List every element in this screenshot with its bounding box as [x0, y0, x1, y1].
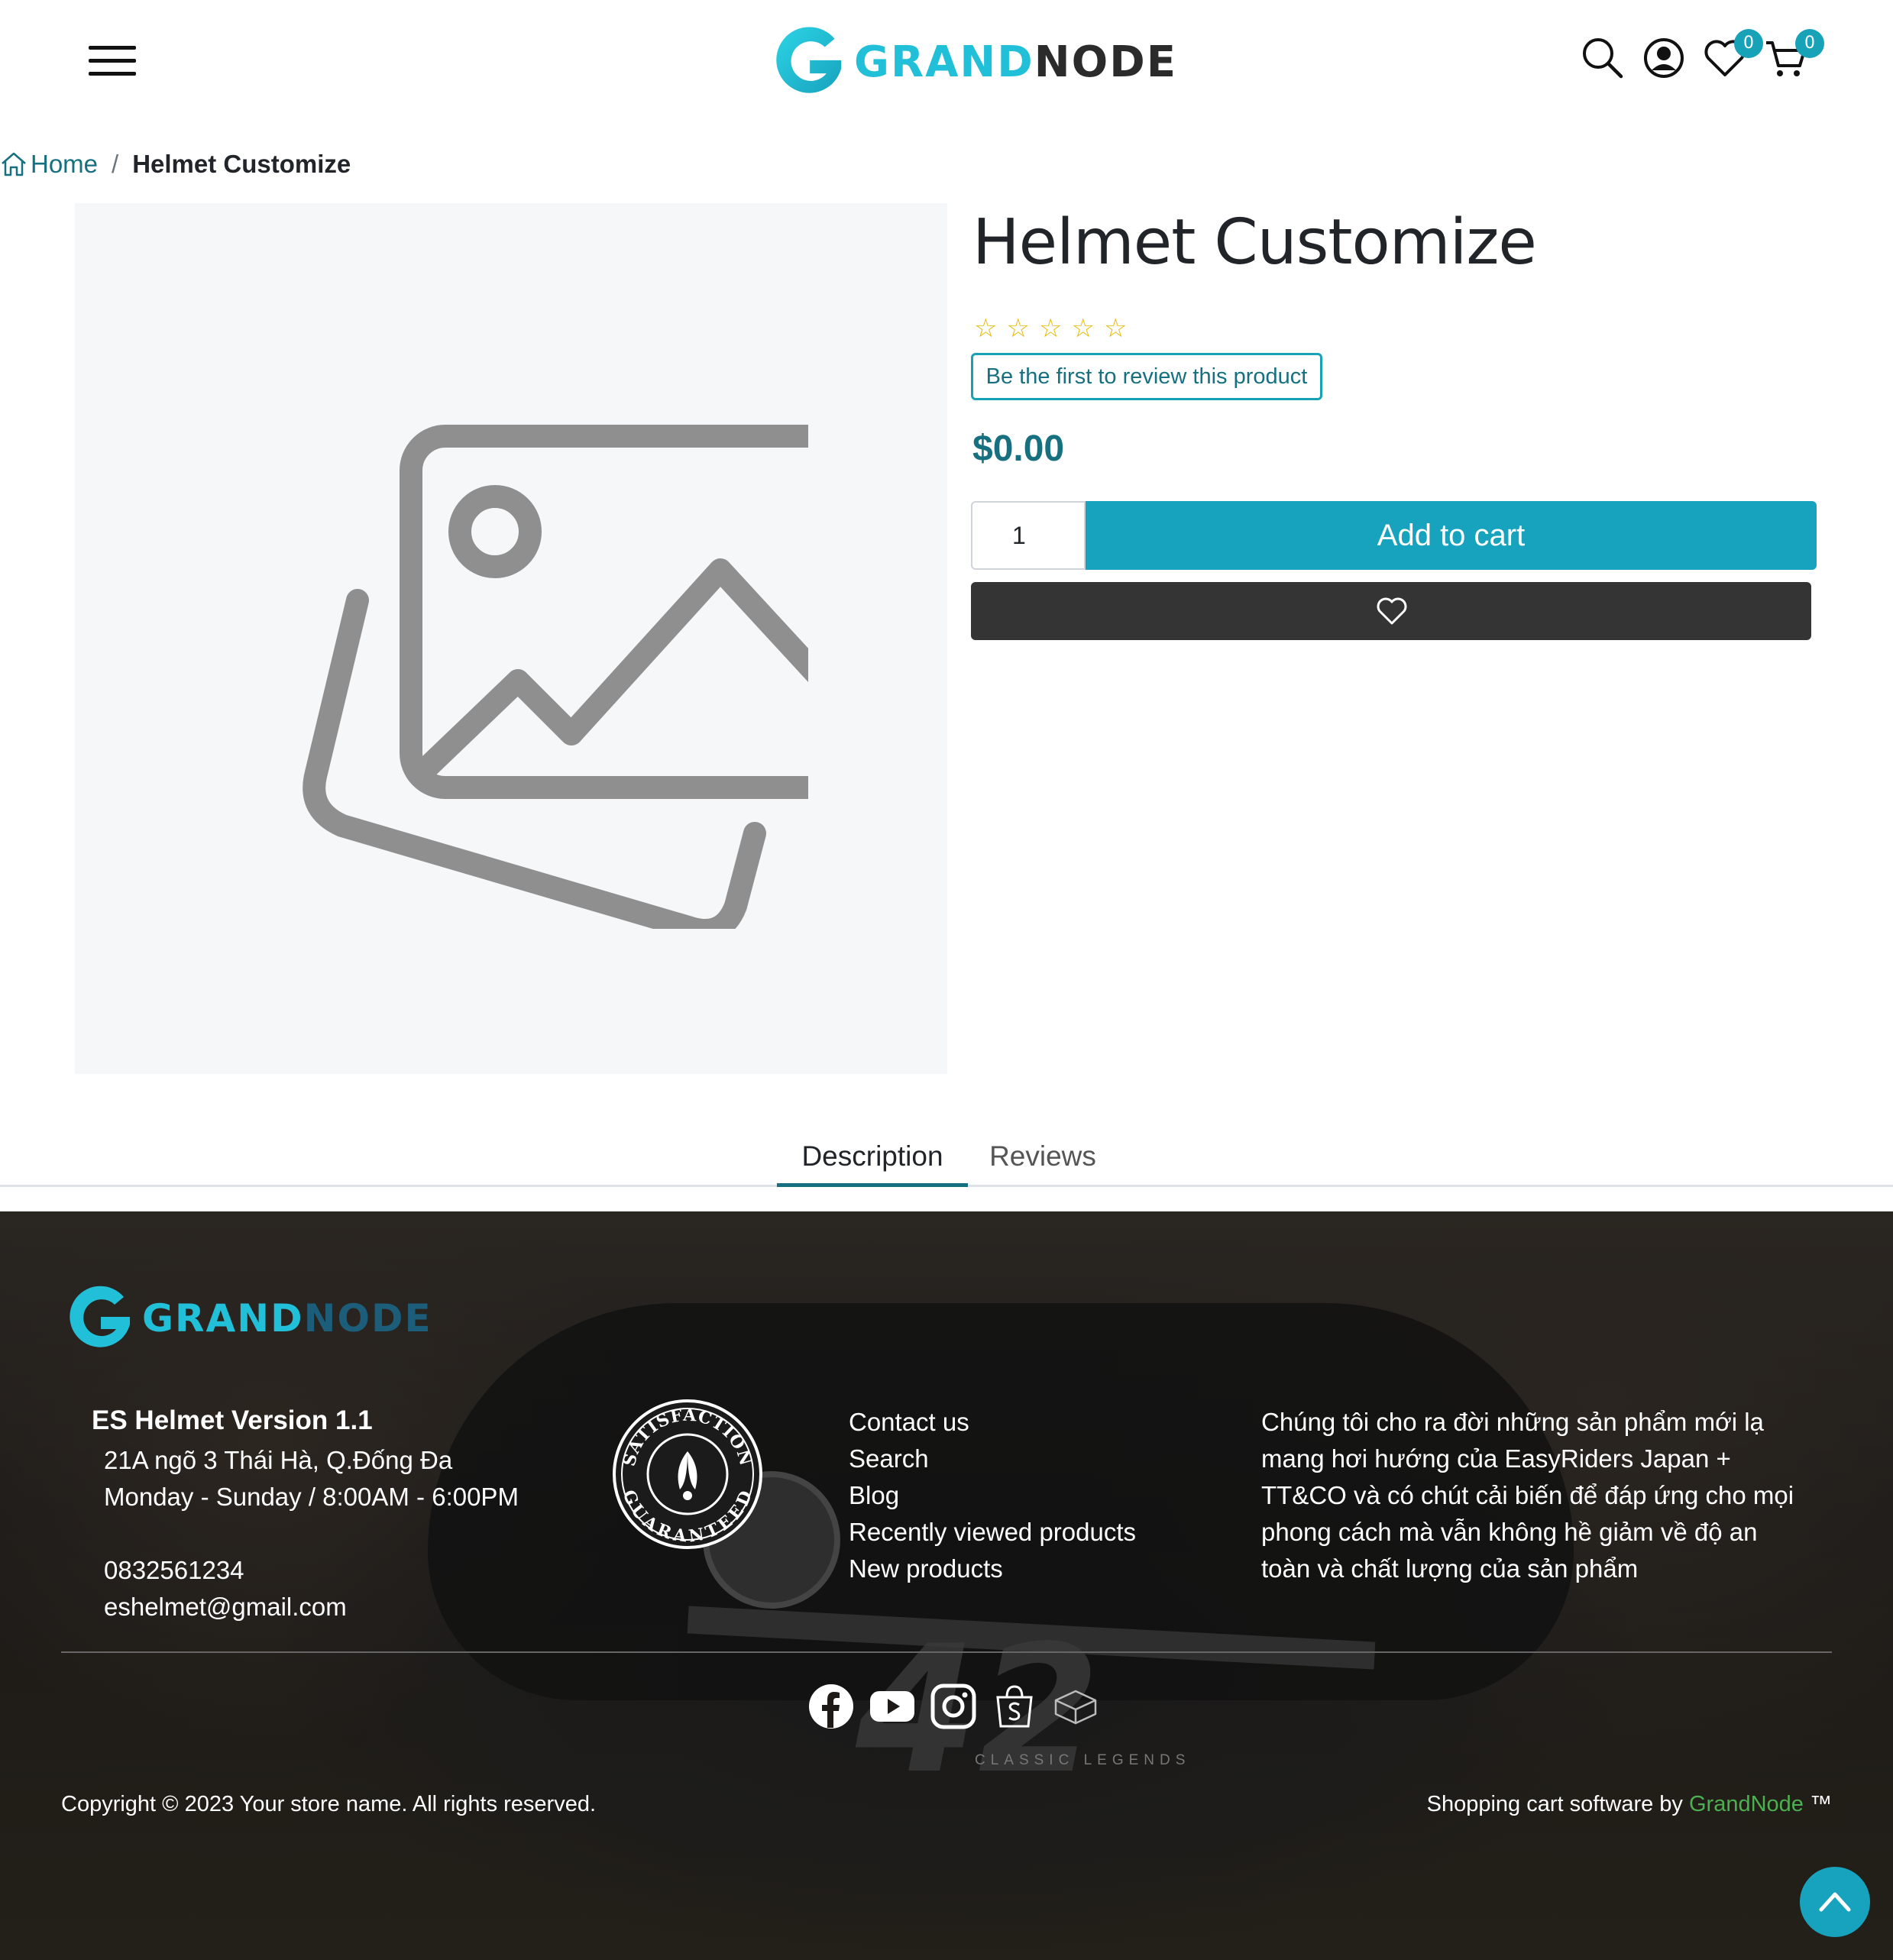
- store-phone: 0832561234: [104, 1556, 244, 1584]
- site-header: GRANDNODE 0 0: [0, 0, 1893, 122]
- product-tabs: Description Reviews: [0, 1126, 1893, 1187]
- powered-by: Shopping cart software by GrandNode ™: [1427, 1792, 1832, 1817]
- footer-about-text: Chúng tôi cho ra đời những sản phẩm mới …: [1261, 1408, 1794, 1583]
- breadcrumb-current: Helmet Customize: [132, 150, 351, 178]
- product-title: Helmet Customize: [972, 206, 1537, 279]
- logo-text-grand: GRAND: [854, 37, 1034, 87]
- back-to-top-button[interactable]: [1800, 1867, 1870, 1937]
- copyright-text: Copyright © 2023 Your store name. All ri…: [61, 1792, 597, 1816]
- add-to-wishlist-button[interactable]: [971, 582, 1811, 640]
- store-name: ES Helmet Version 1.1: [92, 1405, 373, 1435]
- add-to-cart-button[interactable]: Add to cart: [1086, 501, 1817, 570]
- shopping-bag-icon[interactable]: [992, 1683, 1037, 1729]
- powered-by-prefix: Shopping cart software by: [1426, 1792, 1683, 1816]
- store-hours: Monday - Sunday / 8:00AM - 6:00PM: [104, 1483, 519, 1511]
- tab-reviews[interactable]: Reviews: [974, 1126, 1112, 1187]
- wishlist-icon[interactable]: 0: [1702, 29, 1763, 81]
- tab-description[interactable]: Description: [777, 1126, 968, 1187]
- store-email: eshelmet@gmail.com: [104, 1593, 347, 1621]
- footer-link-recently-viewed[interactable]: Recently viewed products: [849, 1514, 1136, 1551]
- breadcrumb-home-label: Home: [31, 150, 99, 178]
- footer-link-new-products[interactable]: New products: [849, 1551, 1136, 1587]
- satisfaction-guaranteed-seal: SATISFACTION GUARANTEED: [613, 1399, 762, 1549]
- star-icon: ☆: [1038, 314, 1063, 343]
- write-review-link[interactable]: Be the first to review this product: [971, 353, 1322, 400]
- product-image[interactable]: [75, 203, 947, 1074]
- cart-count-badge: 0: [1795, 29, 1824, 58]
- star-icon: ☆: [1006, 314, 1030, 343]
- menu-icon[interactable]: [89, 46, 138, 76]
- footer-logo-grand: GRAND: [142, 1296, 304, 1341]
- grandnode-link[interactable]: GrandNode: [1689, 1792, 1804, 1816]
- box-icon[interactable]: [1053, 1683, 1099, 1729]
- product-price: $0.00: [972, 429, 1065, 469]
- footer-link-contact-us[interactable]: Contact us: [849, 1404, 1136, 1441]
- cart-icon[interactable]: 0: [1763, 29, 1824, 81]
- breadcrumb-separator: /: [112, 150, 119, 178]
- store-address: 21A ngõ 3 Thái Hà, Q.Đống Đa: [104, 1446, 453, 1474]
- breadcrumb: Home / Helmet Customize: [0, 145, 351, 183]
- breadcrumb-home-link[interactable]: Home: [0, 150, 98, 179]
- quantity-input[interactable]: [971, 501, 1086, 570]
- logo-text: GRANDNODE: [854, 37, 1177, 87]
- logo-text-node: NODE: [1034, 37, 1177, 87]
- site-footer: 42 CLASSIC LEGENDS GRANDNODE ES Helmet V…: [0, 1211, 1893, 1960]
- wishlist-count-badge: 0: [1734, 29, 1763, 58]
- search-icon[interactable]: [1580, 35, 1626, 81]
- facebook-icon[interactable]: [808, 1683, 854, 1729]
- heart-icon: [1377, 597, 1407, 625]
- footer-logo[interactable]: GRANDNODE: [61, 1280, 432, 1357]
- star-icon: ☆: [974, 314, 998, 343]
- logo-g-icon: [776, 27, 842, 93]
- footer-links: Contact us Search Blog Recently viewed p…: [849, 1404, 1136, 1587]
- footer-logo-text: GRANDNODE: [142, 1296, 432, 1341]
- footer-divider: [61, 1651, 1832, 1653]
- store-info: ES Helmet Version 1.1 21A ngõ 3 Thái Hà,…: [92, 1405, 519, 1625]
- instagram-icon[interactable]: [930, 1683, 976, 1729]
- account-icon[interactable]: [1641, 35, 1687, 81]
- rating-stars: ☆ ☆ ☆ ☆ ☆: [974, 313, 1127, 344]
- social-links: [808, 1683, 1099, 1729]
- star-icon: ☆: [1103, 314, 1128, 343]
- footer-logo-node: NODE: [303, 1296, 432, 1341]
- star-icon: ☆: [1071, 314, 1095, 343]
- youtube-icon[interactable]: [869, 1683, 915, 1729]
- trademark-symbol: ™: [1810, 1792, 1832, 1816]
- home-icon: [2, 152, 26, 176]
- footer-background-brand: CLASSIC LEGENDS: [975, 1752, 1191, 1768]
- footer-link-search[interactable]: Search: [849, 1441, 1136, 1477]
- chevron-up-icon: [1819, 1892, 1851, 1912]
- site-logo[interactable]: GRANDNODE: [767, 20, 1177, 104]
- footer-link-blog[interactable]: Blog: [849, 1477, 1136, 1514]
- image-placeholder-icon: [303, 425, 808, 929]
- logo-g-icon: [70, 1286, 130, 1347]
